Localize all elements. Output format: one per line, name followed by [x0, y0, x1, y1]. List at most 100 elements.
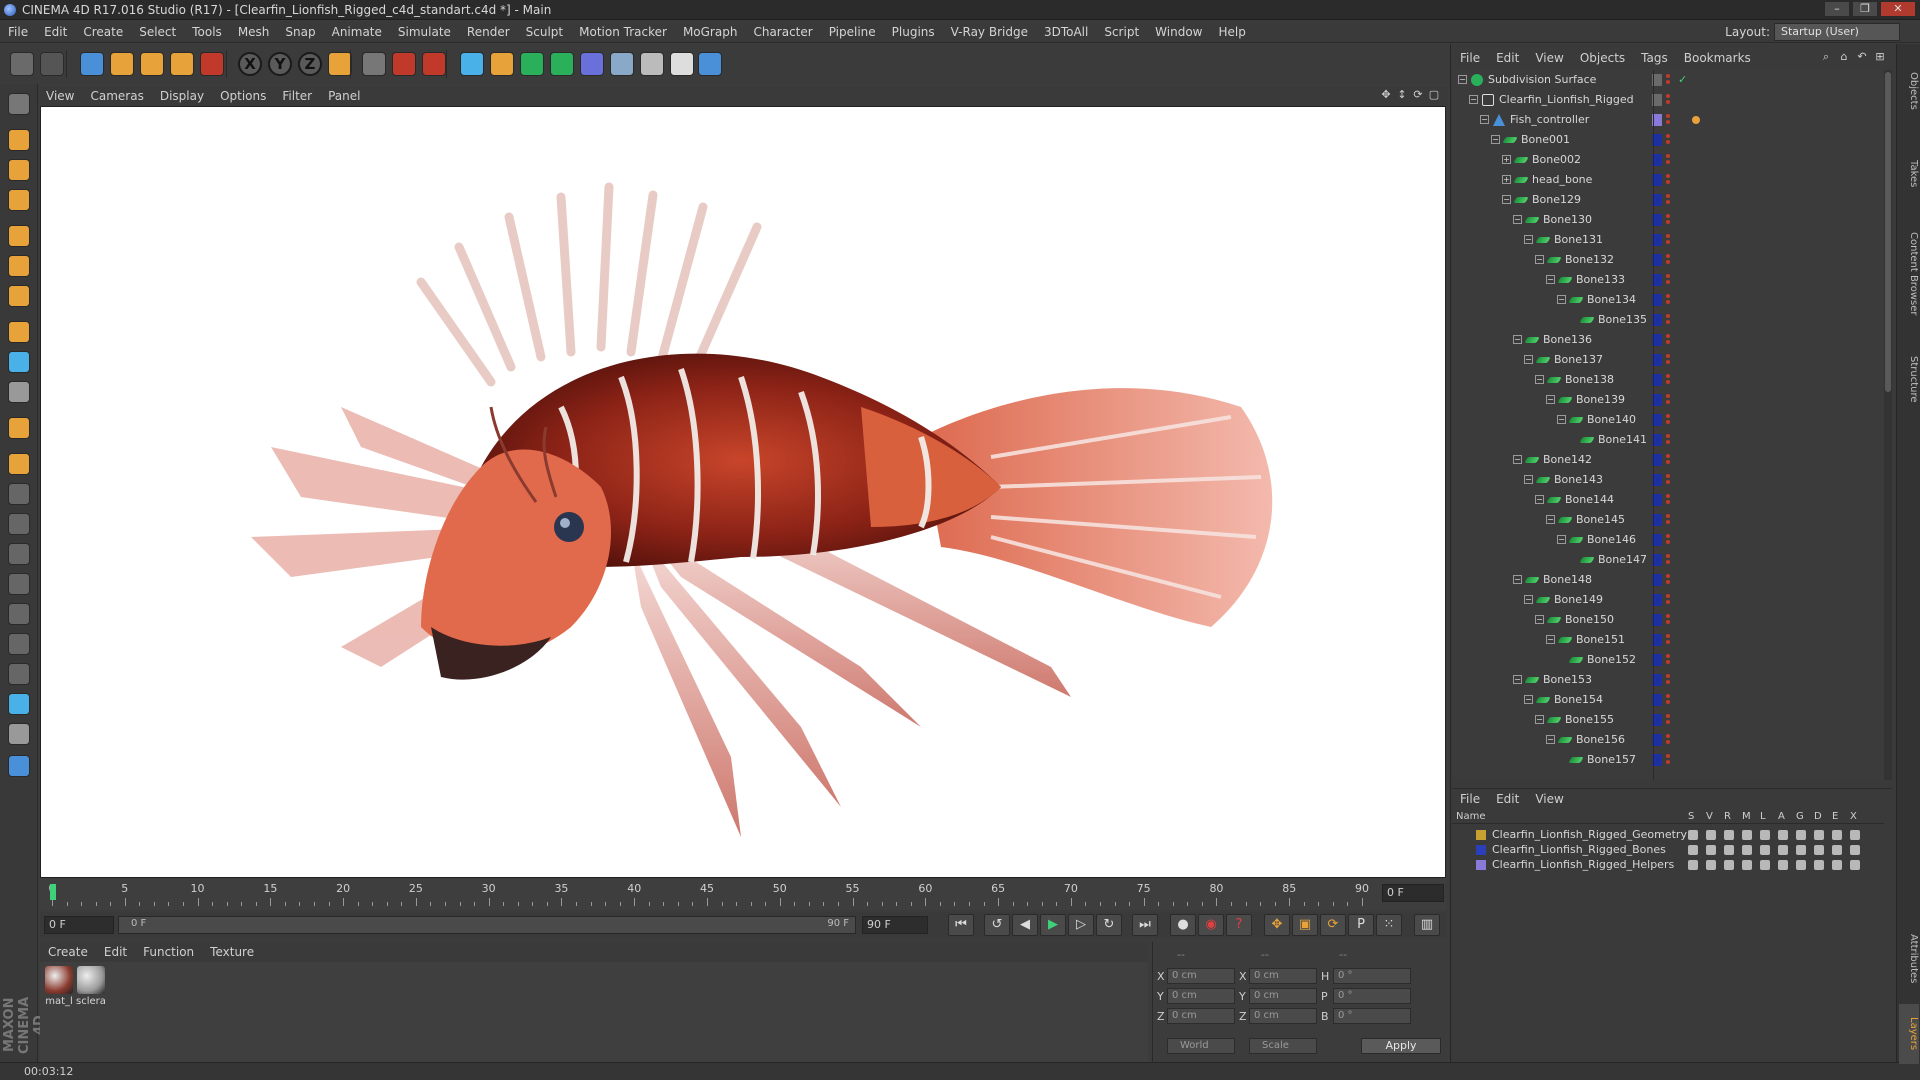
- material-menu-edit[interactable]: Edit: [96, 942, 135, 962]
- object-row[interactable]: − Subdivision Surface ✓: [1452, 70, 1884, 90]
- record-keys-icon[interactable]: ●: [1170, 914, 1196, 936]
- brush-5-tool[interactable]: [3, 598, 35, 630]
- expand-toggle-icon[interactable]: −: [1513, 575, 1522, 584]
- layer-flag-icon[interactable]: [1832, 830, 1842, 840]
- viewport-menu-options[interactable]: Options: [212, 86, 274, 106]
- expand-toggle-icon[interactable]: −: [1557, 295, 1566, 304]
- visibility-dots-icon[interactable]: [1666, 514, 1670, 526]
- workplane-tool[interactable]: [3, 184, 35, 216]
- material-menu-function[interactable]: Function: [135, 942, 202, 962]
- brush-1-tool[interactable]: [3, 478, 35, 510]
- visibility-dots-icon[interactable]: [1666, 394, 1670, 406]
- points-mode-tool[interactable]: [3, 220, 35, 252]
- zoom-view-icon[interactable]: ↕: [1396, 89, 1408, 101]
- object-menu-view[interactable]: View: [1527, 48, 1571, 68]
- object-row[interactable]: Bone152: [1452, 650, 1884, 670]
- object-row[interactable]: − Bone129: [1452, 190, 1884, 210]
- object-menu-tags[interactable]: Tags: [1633, 48, 1676, 68]
- start-frame-field[interactable]: 0 F: [44, 916, 114, 934]
- object-row[interactable]: − Bone150: [1452, 610, 1884, 630]
- pen-spline-button[interactable]: [486, 48, 518, 80]
- expand-toggle-icon[interactable]: −: [1535, 495, 1544, 504]
- floor-button[interactable]: [606, 48, 638, 80]
- layer-row[interactable]: Clearfin_Lionfish_Rigged_Helpers: [1452, 858, 1884, 872]
- python-script-tool[interactable]: [3, 750, 35, 782]
- layer-menu-view[interactable]: View: [1527, 789, 1571, 809]
- visibility-dots-icon[interactable]: [1666, 134, 1670, 146]
- brush-3-tool[interactable]: [3, 538, 35, 570]
- keyframe-selection-icon[interactable]: ?: [1226, 914, 1252, 936]
- visibility-dots-icon[interactable]: [1666, 254, 1670, 266]
- visibility-dots-icon[interactable]: [1666, 354, 1670, 366]
- cloner-button[interactable]: [546, 48, 578, 80]
- python-button[interactable]: [694, 48, 726, 80]
- menu-edit[interactable]: Edit: [36, 21, 75, 43]
- expand-toggle-icon[interactable]: −: [1535, 715, 1544, 724]
- object-row[interactable]: + head_bone: [1452, 170, 1884, 190]
- coordinate-system-button[interactable]: [324, 48, 356, 80]
- layer-column-x[interactable]: X: [1850, 811, 1857, 822]
- expand-toggle-icon[interactable]: −: [1535, 255, 1544, 264]
- key-scale-icon[interactable]: ▣: [1292, 914, 1318, 936]
- expand-toggle-icon[interactable]: +: [1502, 155, 1511, 164]
- layer-row[interactable]: Clearfin_Lionfish_Rigged_Bones: [1452, 843, 1884, 857]
- layer-column-name[interactable]: Name: [1456, 811, 1486, 822]
- key-rotation-icon[interactable]: ⟳: [1320, 914, 1346, 936]
- live-selection-button[interactable]: [76, 48, 108, 80]
- object-row[interactable]: + Bone002: [1452, 150, 1884, 170]
- expand-toggle-icon[interactable]: −: [1557, 535, 1566, 544]
- object-tree[interactable]: − Subdivision Surface ✓ − Clearfin_Lionfish_…: [1452, 70, 1884, 780]
- viewport-menu-panel[interactable]: Panel: [320, 86, 368, 106]
- scroll-thumb[interactable]: [1885, 72, 1891, 392]
- expand-toggle-icon[interactable]: −: [1480, 115, 1489, 124]
- layer-flag-icon[interactable]: [1850, 830, 1860, 840]
- timeline-window-icon[interactable]: ▥: [1414, 914, 1440, 936]
- material-swatch[interactable]: mat_l: [44, 966, 74, 1007]
- layer-flags[interactable]: [1688, 845, 1860, 855]
- visibility-dots-icon[interactable]: [1666, 174, 1670, 186]
- size-mode-dropdown[interactable]: Scale: [1249, 1038, 1317, 1054]
- object-menu-edit[interactable]: Edit: [1488, 48, 1527, 68]
- home-icon[interactable]: ⌂: [1838, 51, 1850, 63]
- object-row[interactable]: − Clearfin_Lionfish_Rigged: [1452, 90, 1884, 110]
- layer-flag-icon[interactable]: [1760, 845, 1770, 855]
- redo-button[interactable]: [36, 48, 68, 80]
- layer-flag-icon[interactable]: [1832, 845, 1842, 855]
- rotate-view-icon[interactable]: ⟳: [1412, 89, 1424, 101]
- expand-toggle-icon[interactable]: −: [1546, 735, 1555, 744]
- layer-flag-icon[interactable]: [1796, 845, 1806, 855]
- object-row[interactable]: − Bone156: [1452, 730, 1884, 750]
- layer-row[interactable]: Clearfin_Lionfish_Rigged_Geometry: [1452, 828, 1884, 842]
- visibility-dots-icon[interactable]: [1666, 574, 1670, 586]
- layer-flag-icon[interactable]: [1742, 830, 1752, 840]
- layer-column-v[interactable]: V: [1706, 811, 1713, 822]
- goto-start-icon[interactable]: ⏮: [948, 914, 974, 936]
- model-mode-tool[interactable]: [3, 124, 35, 156]
- visibility-dots-icon[interactable]: [1666, 734, 1670, 746]
- side-tab-layers[interactable]: Layers: [1899, 1004, 1919, 1064]
- next-frame-icon[interactable]: ▷: [1068, 914, 1094, 936]
- object-row[interactable]: − Bone133: [1452, 270, 1884, 290]
- layer-column-m[interactable]: M: [1742, 811, 1751, 822]
- layer-flag-icon[interactable]: [1706, 830, 1716, 840]
- side-tab-takes[interactable]: Takes: [1899, 144, 1919, 204]
- menu-v-ray-bridge[interactable]: V-Ray Bridge: [943, 21, 1036, 43]
- menu-motion-tracker[interactable]: Motion Tracker: [571, 21, 675, 43]
- layout-dropdown[interactable]: Startup (User): [1774, 23, 1900, 41]
- viewport-menu-view[interactable]: View: [38, 86, 82, 106]
- object-row[interactable]: Bone141: [1452, 430, 1884, 450]
- material-menu-texture[interactable]: Texture: [202, 942, 262, 962]
- layer-flag-icon[interactable]: [1742, 860, 1752, 870]
- visibility-dots-icon[interactable]: [1666, 754, 1670, 766]
- expand-toggle-icon[interactable]: −: [1524, 235, 1533, 244]
- visibility-dots-icon[interactable]: [1666, 494, 1670, 506]
- expand-toggle-icon[interactable]: −: [1546, 515, 1555, 524]
- visibility-dots-icon[interactable]: [1666, 454, 1670, 466]
- goto-end-icon[interactable]: ⏭: [1132, 914, 1158, 936]
- menu-plugins[interactable]: Plugins: [884, 21, 943, 43]
- layer-flag-icon[interactable]: [1688, 845, 1698, 855]
- menu-file[interactable]: File: [0, 21, 36, 43]
- menu-sculpt[interactable]: Sculpt: [518, 21, 571, 43]
- object-row[interactable]: − Bone138: [1452, 370, 1884, 390]
- object-row[interactable]: − Bone131: [1452, 230, 1884, 250]
